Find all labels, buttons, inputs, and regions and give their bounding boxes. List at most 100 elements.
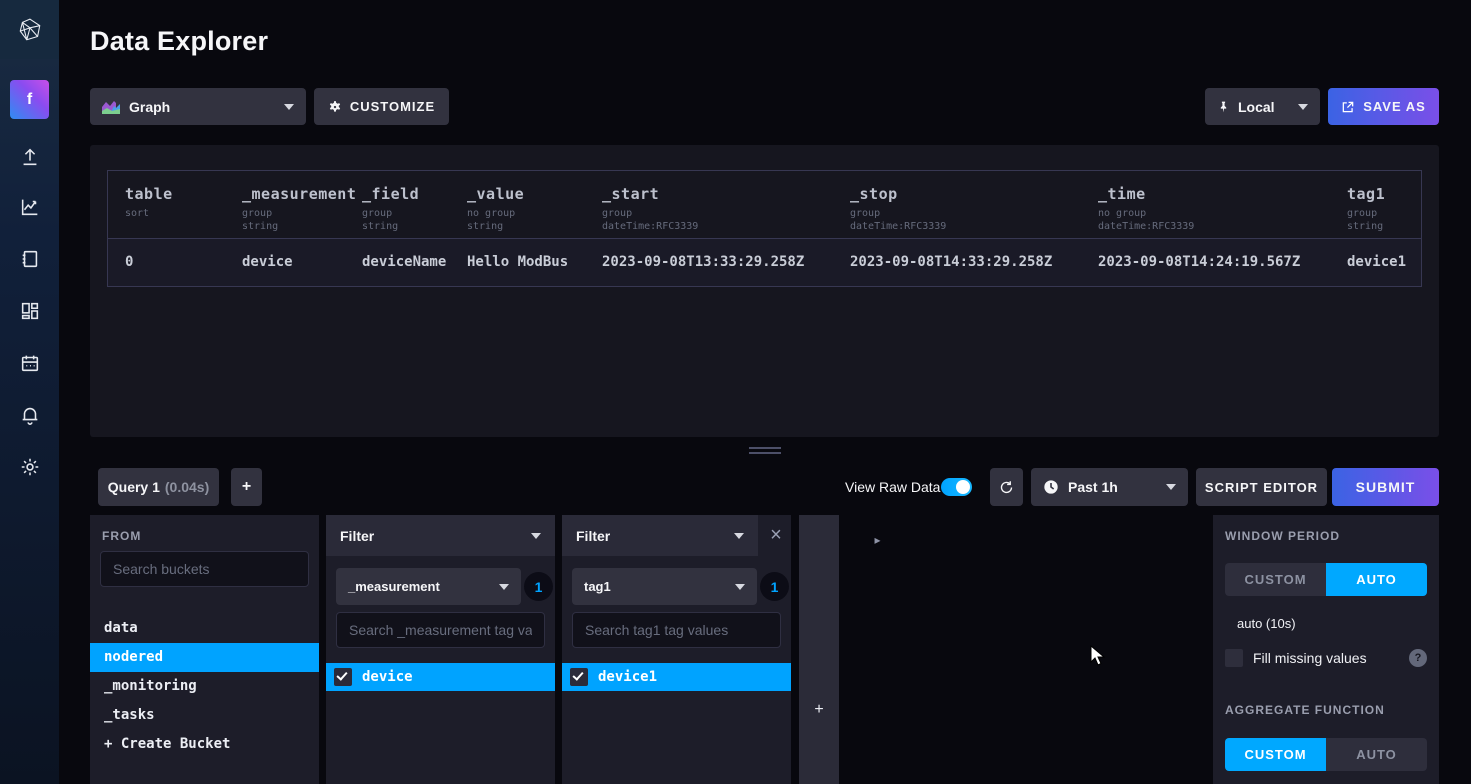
bucket-item-data[interactable]: data: [90, 614, 319, 643]
af-auto-button[interactable]: AUTO: [1326, 738, 1427, 771]
column-header[interactable]: _timeno groupdateTime:RFC3339: [1098, 185, 1194, 233]
dashboards-icon[interactable]: [17, 298, 42, 323]
query-tab[interactable]: Query 1 (0.04s): [98, 468, 219, 506]
settings-gear-icon[interactable]: [17, 454, 42, 479]
tasks-calendar-icon[interactable]: [17, 350, 42, 375]
cell-start: 2023-09-08T13:33:29.258Z: [602, 254, 804, 270]
refresh-button[interactable]: [990, 468, 1023, 506]
check-icon: [336, 669, 347, 680]
selected-count-badge: 1: [524, 572, 553, 601]
raw-data-table: tablesort _measurementgroupstring _field…: [107, 170, 1422, 287]
customize-label: CUSTOMIZE: [350, 99, 435, 114]
visualization-type-dropdown[interactable]: Graph: [90, 88, 306, 125]
clock-icon: [1043, 479, 1059, 495]
fill-missing-checkbox[interactable]: [1225, 649, 1243, 667]
filter-panel-measurement: Filter _measurement 1 device: [326, 515, 555, 784]
tag-key-dropdown[interactable]: _measurement: [336, 568, 521, 605]
window-options-panel: WINDOW PERIOD CUSTOM AUTO auto (10s) Fil…: [1213, 515, 1439, 784]
pin-icon: [1217, 100, 1230, 114]
window-period-title: WINDOW PERIOD: [1225, 529, 1340, 543]
auto-window-value: auto (10s): [1237, 616, 1296, 631]
table-row: 0 device deviceName Hello ModBus 2023-09…: [108, 238, 1421, 286]
wp-auto-button[interactable]: AUTO: [1326, 563, 1427, 596]
column-header[interactable]: tablesort: [125, 185, 173, 220]
filter-panel-tag1: Filter × tag1 1 device1: [562, 515, 791, 784]
bucket-item-tasks[interactable]: _tasks: [90, 701, 319, 730]
upload-icon[interactable]: [17, 144, 42, 169]
cell-tag1: device1: [1347, 254, 1406, 270]
data-explorer-app: f Data Explorer Graph: [0, 0, 1471, 784]
chevron-down-icon: [499, 584, 509, 590]
cell-value: Hello ModBus: [467, 254, 568, 270]
column-header[interactable]: _startgroupdateTime:RFC3339: [602, 185, 698, 233]
search-tag1-values-input[interactable]: [572, 612, 781, 648]
aggregate-function-segmented: CUSTOM AUTO: [1225, 738, 1427, 771]
bucket-list: data nodered _monitoring _tasks + Create…: [90, 614, 319, 759]
search-buckets-input[interactable]: [100, 551, 309, 587]
resize-drag-handle[interactable]: [749, 447, 781, 457]
from-title: FROM: [102, 529, 141, 543]
customize-button[interactable]: CUSTOMIZE: [314, 88, 449, 125]
next-page-icon[interactable]: ▸: [875, 533, 881, 547]
search-measurement-values-input[interactable]: [336, 612, 545, 648]
filter-type-dropdown[interactable]: Filter: [326, 515, 555, 556]
chevron-down-icon: [284, 104, 294, 110]
from-panel: FROM data nodered _monitoring _tasks + C…: [90, 515, 319, 784]
chevron-down-icon: [1166, 484, 1176, 490]
help-icon[interactable]: ?: [1409, 649, 1427, 667]
time-range-dropdown[interactable]: Past 1h: [1031, 468, 1188, 506]
checkbox-checked[interactable]: [334, 668, 352, 686]
chevron-down-icon: [735, 584, 745, 590]
chevron-down-icon: [531, 533, 541, 539]
save-as-button[interactable]: SAVE AS: [1328, 88, 1439, 125]
add-query-button[interactable]: +: [231, 468, 262, 506]
column-header[interactable]: _measurementgroupstring: [242, 185, 356, 233]
view-raw-data-label: View Raw Data: [845, 479, 940, 495]
cell-measurement: device: [242, 254, 293, 270]
fill-missing-label: Fill missing values: [1253, 650, 1367, 666]
column-header[interactable]: _fieldgroupstring: [362, 185, 419, 233]
column-header[interactable]: tag1groupstring: [1347, 185, 1385, 233]
chevron-down-icon: [1298, 104, 1308, 110]
selected-count-badge: 1: [760, 572, 789, 601]
avatar[interactable]: f: [10, 80, 49, 119]
check-icon: [572, 669, 583, 680]
tag-value-device1[interactable]: device1: [562, 663, 791, 691]
chevron-down-icon: [734, 533, 744, 539]
raw-data-panel: tablesort _measurementgroupstring _field…: [90, 145, 1439, 437]
toggle-knob: [956, 480, 970, 494]
af-custom-button[interactable]: CUSTOM: [1225, 738, 1326, 771]
notebooks-icon[interactable]: [17, 246, 42, 271]
script-editor-button[interactable]: SCRIPT EDITOR: [1196, 468, 1327, 506]
data-explorer-icon[interactable]: [17, 194, 42, 219]
checkbox-checked[interactable]: [570, 668, 588, 686]
add-filter-button[interactable]: +: [799, 515, 839, 784]
graph-type-icon: [102, 100, 120, 114]
column-header[interactable]: _stopgroupdateTime:RFC3339: [850, 185, 946, 233]
refresh-icon: [999, 480, 1014, 495]
cell-stop: 2023-09-08T14:33:29.258Z: [850, 254, 1052, 270]
local-label: Local: [1238, 99, 1275, 115]
bucket-item-nodered[interactable]: nodered: [90, 643, 319, 672]
cell-time: 2023-09-08T14:24:19.567Z: [1098, 254, 1300, 270]
local-dropdown[interactable]: Local: [1205, 88, 1320, 125]
gear-icon: [328, 100, 342, 114]
wp-custom-button[interactable]: CUSTOM: [1225, 563, 1326, 596]
create-bucket-button[interactable]: + Create Bucket: [90, 730, 319, 759]
time-range-label: Past 1h: [1068, 479, 1118, 495]
filter-type-dropdown[interactable]: Filter: [562, 515, 758, 556]
save-as-label: SAVE AS: [1363, 99, 1426, 114]
query-tab-label: Query 1: [108, 479, 160, 495]
cell-table: 0: [125, 254, 133, 270]
page-title: Data Explorer: [90, 26, 268, 57]
sidebar: f: [0, 0, 59, 784]
alerts-bell-icon[interactable]: [17, 402, 42, 427]
view-raw-data-toggle[interactable]: [941, 478, 972, 496]
tag-value-device[interactable]: device: [326, 663, 555, 691]
close-filter-icon[interactable]: ×: [765, 524, 787, 546]
bucket-item-monitoring[interactable]: _monitoring: [90, 672, 319, 701]
submit-button[interactable]: SUBMIT: [1332, 468, 1439, 506]
influxdb-logo-icon[interactable]: [0, 0, 59, 59]
tag-key-dropdown[interactable]: tag1: [572, 568, 757, 605]
column-header[interactable]: _valueno groupstring: [467, 185, 524, 233]
